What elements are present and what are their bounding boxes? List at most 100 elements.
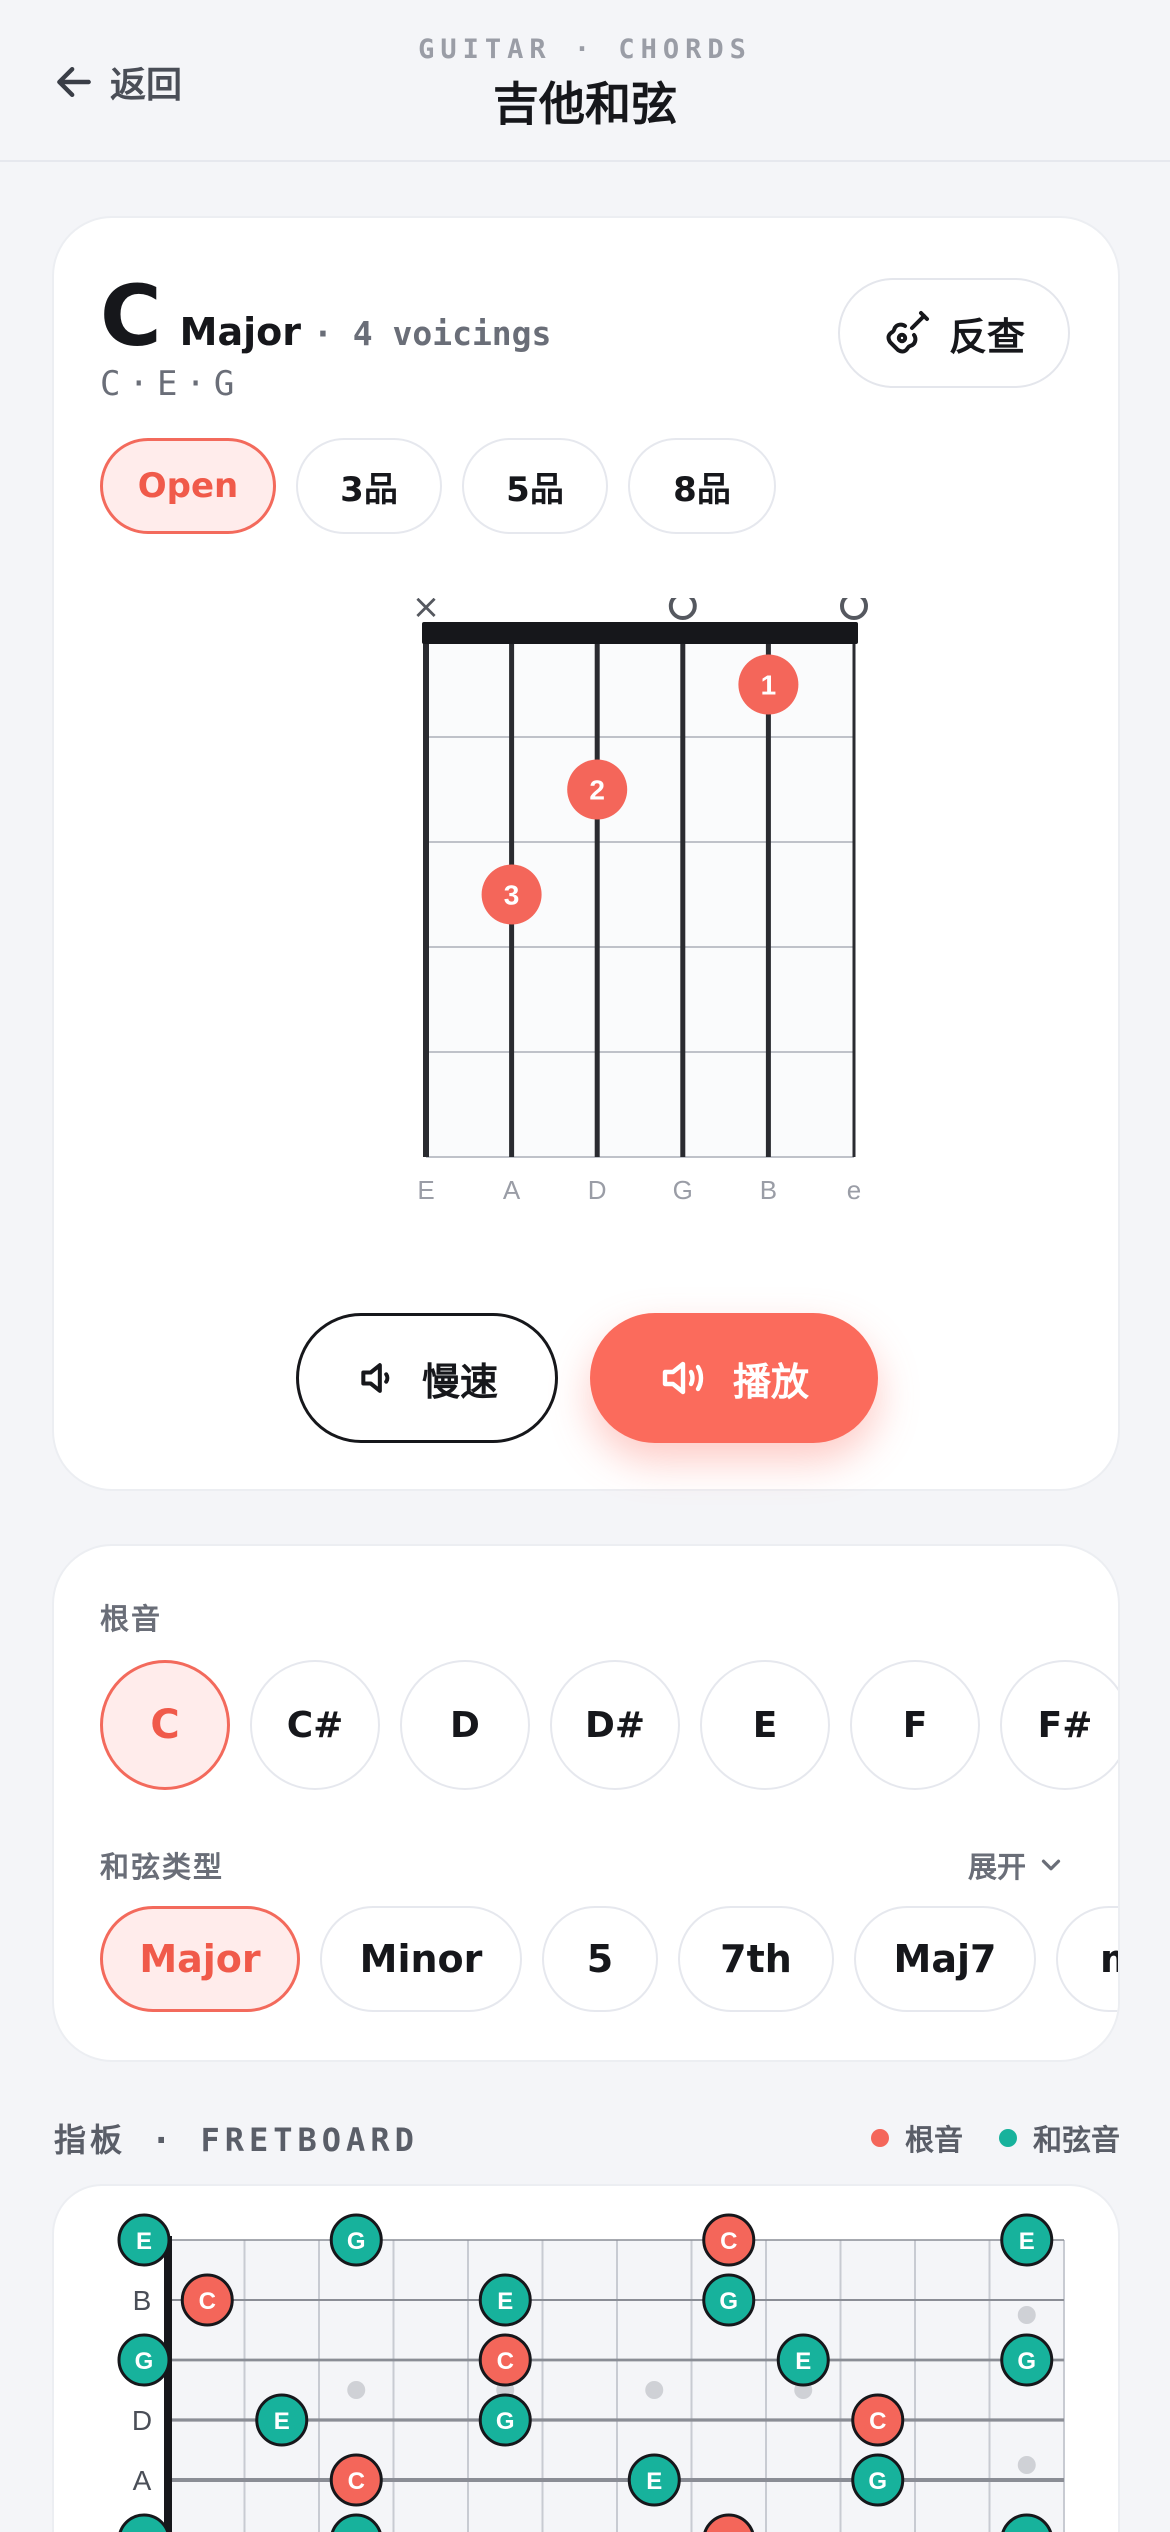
note-label: C [348,2468,365,2495]
reverse-lookup-label: 反查 [948,314,1025,359]
chord-type-label: 7th [720,1937,792,1981]
fret-inlay [1017,2306,1036,2324]
nut [422,622,858,644]
root-note-label: F [902,1704,928,1746]
note-label: E [795,2348,811,2375]
note-label: G [868,2468,887,2495]
chord-type-label: 5 [586,1937,614,1981]
chord-type-minor[interactable]: Minor [320,1906,522,2012]
string-label: D [588,1175,607,1205]
chord-quality: Major [179,310,301,354]
root-section-label: 根音 [100,1602,163,1636]
string-label: G [673,1175,693,1205]
position-tab-label: 8品 [673,469,731,510]
fretboard-title-cn: 指板 [54,2121,127,2159]
voicing-position-tabs: Open 3品 5品 8品 [100,438,776,534]
note-label: C [720,2228,737,2255]
play-button[interactable]: 播放 [590,1313,878,1443]
root-note-c-sharp[interactable]: C# [250,1660,380,1790]
legend-root-label: 根音 [904,2123,963,2157]
legend-root: 根音 [870,2117,963,2159]
finger-number: 1 [761,670,777,701]
chord-tone-dot-icon [998,2129,1017,2147]
chord-type-maj7[interactable]: Maj7 [854,1906,1036,2012]
note-label: E [274,2408,290,2435]
note-label: C [199,2288,216,2315]
nut [164,2236,172,2532]
chevron-down-icon [1041,1859,1061,1871]
reverse-lookup-button[interactable]: 反查 [838,278,1070,388]
note-label: C [869,2408,886,2435]
expand-label: 展开 [967,1850,1026,1884]
chord-type-label: Minor [359,1937,483,1981]
chord-type-5[interactable]: 5 [542,1906,658,2012]
note-label: G [496,2408,515,2435]
root-note-label: C [150,1702,180,1748]
page-title: 吉他和弦 [493,77,677,131]
speaker-loud-icon [662,1361,704,1395]
guitar-icon [886,311,929,354]
root-note-e[interactable]: E [700,1660,830,1790]
root-note-label: C# [286,1704,344,1746]
root-note-f-sharp[interactable]: F# [1000,1660,1118,1790]
position-tab-5[interactable]: 5品 [462,438,608,534]
root-note-f[interactable]: F [850,1660,980,1790]
chord-notes: C·E·G [100,364,243,404]
root-note-c[interactable]: C [100,1660,230,1790]
chord-type-7th[interactable]: 7th [678,1906,834,2012]
root-note-label: F# [1037,1704,1093,1746]
chord-selector-card: 根音 C C# D D# E F F# 和弦类型 展开 Major Minor … [52,1544,1120,2062]
note-label: G [347,2228,366,2255]
position-tab-3[interactable]: 3品 [296,438,442,534]
note-label: C [497,2348,514,2375]
fretboard-title-en: FRETBOARD [200,2121,419,2159]
note-label: G [719,2288,738,2315]
chord-name: C Major · 4 voicings [100,274,551,358]
root-note-list: C C# D D# E F F# [100,1660,1118,1790]
legend-chord-tone-label: 和弦音 [1032,2123,1120,2157]
position-tab-open[interactable]: Open [100,438,276,534]
string-label: A [503,1175,521,1205]
play-label: 播放 [732,1359,809,1404]
legend-chord-tone: 和弦音 [998,2117,1120,2159]
slow-play-button[interactable]: 慢速 [296,1313,558,1443]
slow-play-label: 慢速 [421,1359,498,1404]
voicings-count: · 4 voicings [313,314,552,353]
position-tab-label: 5品 [506,469,564,510]
fretboard-card: B DA E G C E C E G G C E G E G C C E G [52,2184,1120,2532]
chord-diagram: E×A D G Be123 [412,598,868,1205]
note-label: E [1019,2228,1035,2255]
root-note-label: D [450,1704,480,1746]
page-subtitle: GUITAR · CHORDS [418,34,752,65]
string-label: D [132,2405,152,2436]
root-note-d[interactable]: D [400,1660,530,1790]
fret-inlay [1017,2456,1036,2474]
position-tab-8[interactable]: 8品 [628,438,776,534]
note-label: E [136,2228,152,2255]
chord-type-minor-more[interactable]: m [1056,1906,1118,2012]
expand-types-button[interactable]: 展开 [968,1844,1066,1886]
fretboard: B DA E G C E C E G G C E G E G C C E G [117,2213,1065,2532]
root-note-d-sharp[interactable]: D# [550,1660,680,1790]
open-string-icon [840,598,868,620]
chord-type-major[interactable]: Major [100,1906,300,2012]
chord-type-label: m [1100,1937,1118,1981]
note-label: E [497,2288,513,2315]
chord-root: C [100,267,162,365]
root-note-label: D# [584,1704,646,1746]
string-label: B [760,1175,777,1205]
string-label: A [133,2465,152,2496]
finger-number: 2 [589,775,605,806]
fretboard-title-separator: · [155,2121,172,2159]
chord-type-label: Maj7 [893,1937,997,1981]
chord-type-label: Major [139,1937,261,1981]
finger-number: 3 [504,880,520,911]
fret-inlay [347,2381,366,2399]
note-label: G [135,2348,154,2375]
position-tab-label: 3品 [340,469,398,510]
chord-tone-dot [118,2513,170,2532]
open-string-icon [668,598,697,620]
fretboard-legend: 根音 和弦音 [851,2117,1120,2159]
chord-card: C Major · 4 voicings C·E·G 反查 Open 3品 5品… [52,216,1120,1491]
note-label: G [1017,2348,1036,2375]
